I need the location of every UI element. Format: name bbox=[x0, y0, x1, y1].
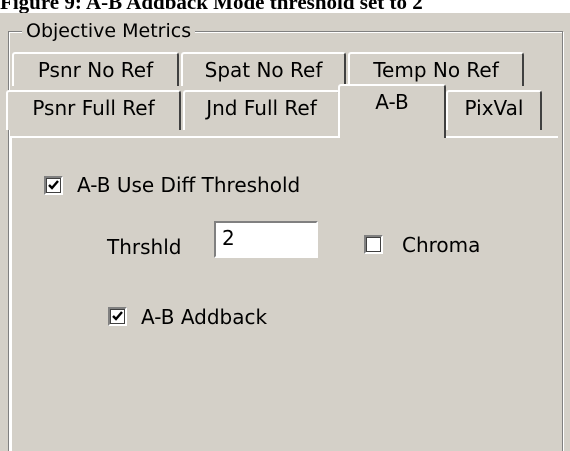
groupbox-title: Objective Metrics bbox=[22, 19, 196, 43]
tab-jnd-full-ref[interactable]: Jnd Full Ref bbox=[183, 90, 340, 130]
checkmark-icon bbox=[112, 311, 123, 321]
threshold-input[interactable]: 2 bbox=[214, 221, 318, 258]
threshold-label: Thrshld bbox=[107, 235, 182, 259]
objective-metrics-panel: Objective Metrics Psnr No Ref Spat No Re… bbox=[0, 13, 570, 451]
tab-pixval[interactable]: PixVal bbox=[446, 90, 542, 130]
addback-label[interactable]: A-B Addback bbox=[141, 304, 267, 330]
use-diff-threshold-checkbox[interactable] bbox=[44, 176, 63, 195]
use-diff-threshold-label[interactable]: A-B Use Diff Threshold bbox=[77, 172, 300, 198]
checkmark-icon bbox=[48, 180, 59, 190]
figure-caption: Figure 9: A-B Addback Mode threshold set… bbox=[0, 0, 423, 13]
tab-spat-no-ref[interactable]: Spat No Ref bbox=[181, 52, 346, 86]
chroma-checkbox[interactable] bbox=[364, 235, 383, 254]
tab-temp-no-ref[interactable]: Temp No Ref bbox=[348, 52, 524, 86]
chroma-label[interactable]: Chroma bbox=[402, 232, 480, 258]
tab-psnr-full-ref[interactable]: Psnr Full Ref bbox=[6, 90, 181, 130]
tab-psnr-no-ref[interactable]: Psnr No Ref bbox=[12, 52, 179, 86]
tab-a-b[interactable]: A-B bbox=[338, 84, 446, 138]
addback-checkbox[interactable] bbox=[108, 307, 127, 326]
